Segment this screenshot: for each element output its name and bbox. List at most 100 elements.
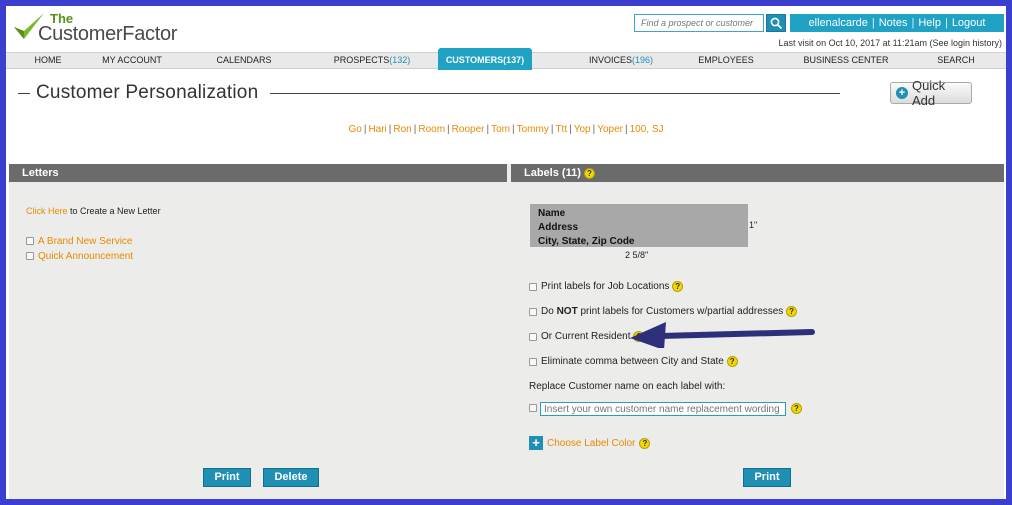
- last-visit-text[interactable]: Last visit on Oct 10, 2017 at 11:21am (S…: [779, 38, 1002, 48]
- job-locations-checkbox[interactable]: [529, 282, 537, 291]
- label-preview: Name Address City, State, Zip Code: [530, 204, 748, 247]
- notes-link[interactable]: Notes: [879, 17, 908, 29]
- user-bar: ellenalcarde | Notes | Help | Logout: [790, 14, 1004, 32]
- nav-business-center-label: BUSINESS CENTER: [803, 55, 889, 65]
- option-label: print labels for Customers w/partial add…: [577, 306, 784, 318]
- nav-invoices[interactable]: INVOICES(196): [566, 53, 676, 68]
- nav-employees[interactable]: EMPLOYEES: [686, 53, 766, 68]
- title-rule-right: [270, 93, 840, 94]
- option-label: Do: [541, 306, 557, 318]
- quick-add-label: Quick Add: [911, 78, 946, 108]
- nav-invoices-label: INVOICES: [588, 55, 632, 65]
- labels-header-label: Labels (11): [524, 167, 581, 179]
- nav-prospects[interactable]: PROSPECTS(132): [312, 53, 432, 68]
- nav-my-account-label: MY ACCOUNT: [102, 55, 162, 65]
- filter-link[interactable]: Go: [348, 124, 361, 135]
- letters-delete-button[interactable]: Delete: [263, 468, 319, 487]
- separator: |: [624, 124, 628, 135]
- help-icon[interactable]: ?: [791, 403, 802, 414]
- quick-add-button[interactable]: + Quick Add: [890, 78, 972, 108]
- choose-color-label: Choose Label Color: [547, 437, 636, 449]
- nav-customers-label: CUSTOMERS: [445, 55, 504, 65]
- help-icon[interactable]: ?: [583, 167, 595, 179]
- separator: |: [911, 17, 915, 29]
- option-label: Or Current Resident: [541, 331, 631, 343]
- separator: |: [871, 17, 875, 29]
- nav-search-label: SEARCH: [937, 55, 975, 65]
- help-icon[interactable]: ?: [726, 356, 738, 367]
- nav-home[interactable]: HOME: [6, 53, 90, 68]
- filter-link[interactable]: Room: [418, 124, 445, 135]
- help-icon[interactable]: ?: [672, 281, 684, 292]
- click-here-link[interactable]: Click Here: [26, 206, 68, 216]
- filter-link[interactable]: Hari: [368, 124, 386, 135]
- filter-link[interactable]: 100, SJ: [630, 124, 664, 135]
- search-icon: [770, 17, 783, 30]
- separator: |: [447, 124, 450, 135]
- filter-link[interactable]: Rooper: [452, 124, 485, 135]
- page-title: Customer Personalization: [36, 82, 259, 103]
- replace-checkbox[interactable]: [529, 404, 537, 412]
- logo[interactable]: The CustomerFactor: [12, 9, 197, 51]
- separator: |: [944, 17, 948, 29]
- help-link[interactable]: Help: [918, 17, 941, 29]
- customer-filter-links: Go | Hari | Ron | Room | Rooper | Tom | Tommy | Ttt | Yo…: [6, 124, 1006, 135]
- nav-customers[interactable]: CUSTOMERS(137): [438, 48, 532, 70]
- letter-link[interactable]: Quick Announcement: [38, 251, 133, 262]
- choose-label-color[interactable]: + Choose Label Color ?: [529, 436, 651, 450]
- labels-print-button[interactable]: Print: [743, 468, 791, 487]
- create-letter-line: Click Here to Create a New Letter: [26, 206, 161, 216]
- eliminate-comma-checkbox[interactable]: [529, 357, 537, 366]
- nav-prospects-label: PROSPECTS: [333, 55, 390, 65]
- help-icon[interactable]: ?: [639, 437, 651, 449]
- partial-addresses-checkbox[interactable]: [529, 307, 537, 316]
- panels-area: Letters Labels (11) ? Click Here to Crea…: [9, 164, 1004, 499]
- separator: |: [592, 124, 596, 135]
- letter-link[interactable]: A Brand New Service: [38, 236, 133, 247]
- separator: |: [363, 124, 367, 135]
- labels-header: Labels (11) ?: [511, 164, 1004, 182]
- plus-icon: +: [896, 87, 908, 99]
- nav-search[interactable]: SEARCH: [916, 53, 996, 68]
- nav-home-label: HOME: [34, 55, 62, 65]
- filter-link[interactable]: Tommy: [517, 124, 549, 135]
- letter-checkbox[interactable]: [26, 237, 34, 246]
- search-input[interactable]: [634, 14, 764, 32]
- nav-employees-label: EMPLOYEES: [698, 55, 754, 65]
- username-link[interactable]: ellenalcarde: [809, 17, 868, 29]
- filter-link[interactable]: Ttt: [555, 124, 567, 135]
- nav-my-account[interactable]: MY ACCOUNT: [90, 53, 174, 68]
- separator: |: [486, 124, 490, 135]
- label-preview-line: Name: [538, 208, 566, 219]
- label-preview-line: City, State, Zip Code: [538, 236, 635, 247]
- current-resident-checkbox[interactable]: [529, 332, 537, 341]
- letter-checkbox[interactable]: [26, 252, 34, 261]
- option-label: Print labels for Job Locations: [541, 281, 670, 293]
- logout-link[interactable]: Logout: [952, 17, 986, 29]
- letter-item: A Brand New Service: [26, 236, 133, 247]
- nav-calendars-label: CALENDARS: [216, 55, 272, 65]
- filter-link[interactable]: Yop: [574, 124, 591, 135]
- separator: |: [413, 124, 417, 135]
- page-frame: The CustomerFactor ellenalcarde | Notes …: [6, 6, 1006, 499]
- letters-print-button[interactable]: Print: [203, 468, 251, 487]
- nav-calendars[interactable]: CALENDARS: [202, 53, 286, 68]
- arrow-annotation-icon: [630, 322, 815, 348]
- option-label-bold: NOT: [556, 306, 578, 318]
- header-search: [634, 14, 786, 32]
- nav-business-center[interactable]: BUSINESS CENTER: [786, 53, 906, 68]
- nav-invoices-count: (196): [632, 55, 654, 65]
- separator: |: [550, 124, 554, 135]
- separator: |: [569, 124, 572, 135]
- option-eliminate-comma: Eliminate comma between City and State ?: [529, 356, 738, 367]
- plus-icon: +: [529, 436, 543, 450]
- help-icon[interactable]: ?: [786, 306, 798, 317]
- search-button[interactable]: [766, 14, 786, 32]
- filter-link[interactable]: Yoper: [597, 124, 623, 135]
- replace-name-input[interactable]: [540, 402, 786, 416]
- separator: |: [511, 124, 515, 135]
- replace-heading: Replace Customer name on each label with…: [529, 381, 726, 392]
- filter-link[interactable]: Ron: [393, 124, 411, 135]
- filter-link[interactable]: Tom: [491, 124, 510, 135]
- create-letter-text: to Create a New Letter: [67, 206, 161, 216]
